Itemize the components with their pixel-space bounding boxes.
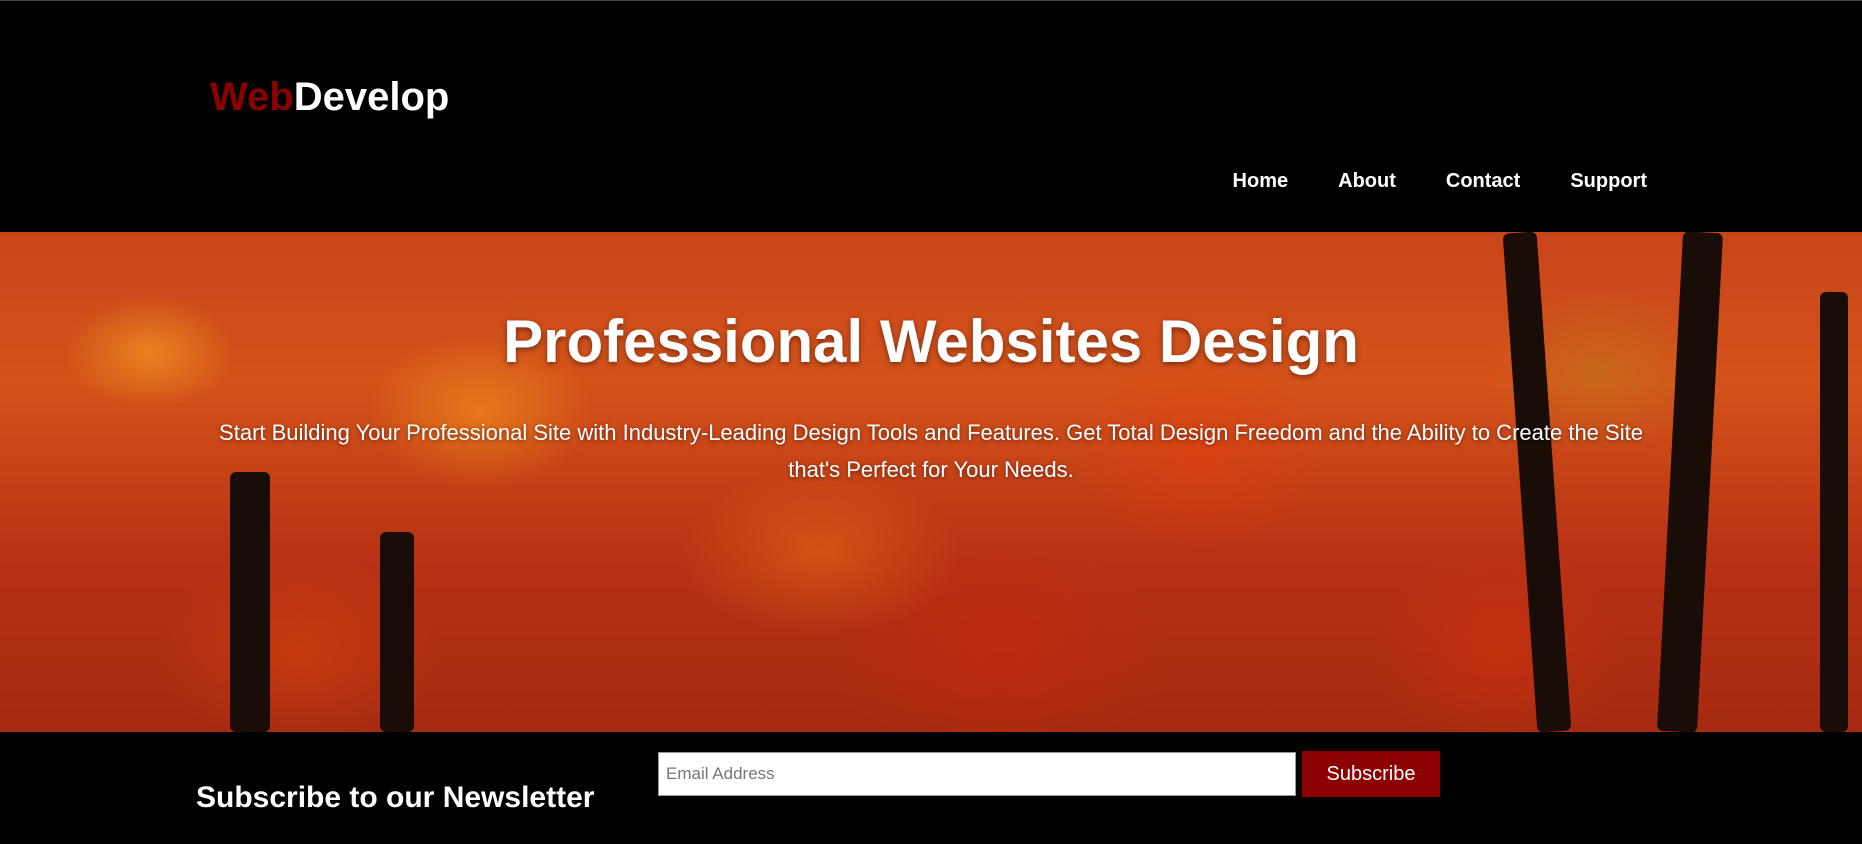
nav-link-about[interactable]: About	[1338, 167, 1396, 195]
site-header: WebDevelop Home About Contact Support	[0, 0, 1862, 232]
hero-subtitle: Start Building Your Professional Site wi…	[219, 420, 1643, 482]
logo-develop-text: Develop	[293, 75, 450, 119]
nav-link-home[interactable]: Home	[1233, 167, 1289, 195]
nav-link-support[interactable]: Support	[1570, 167, 1647, 195]
hero-content: Professional Websites Design Start Build…	[0, 232, 1862, 732]
email-address-input[interactable]	[658, 752, 1296, 796]
logo-web-text: Web	[210, 75, 294, 119]
hero-title: Professional Websites Design	[503, 308, 1359, 375]
newsletter-bar: Subscribe to our Newsletter Subscribe	[0, 732, 1862, 844]
hero-banner: Professional Websites Design Start Build…	[0, 232, 1862, 732]
subscribe-button[interactable]: Subscribe	[1302, 751, 1440, 797]
newsletter-title: Subscribe to our Newsletter	[196, 781, 595, 814]
nav-link-contact[interactable]: Contact	[1446, 167, 1520, 195]
page: WebDevelop Home About Contact Support Pr…	[0, 0, 1862, 844]
site-logo[interactable]: WebDevelop	[210, 73, 449, 121]
main-nav: Home About Contact Support	[1183, 167, 1647, 195]
